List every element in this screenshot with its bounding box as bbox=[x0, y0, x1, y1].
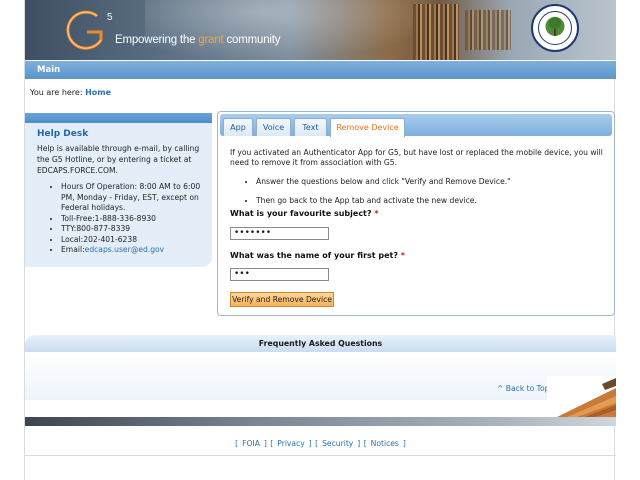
footer-links: [FOIA] [Privacy] [Security] [Notices] bbox=[235, 439, 406, 448]
answer-1-field[interactable]: ••••••• bbox=[230, 227, 329, 240]
help-desk-header-bar bbox=[25, 113, 212, 123]
footer-foia-link[interactable]: FOIA bbox=[242, 439, 260, 448]
footer-divider bbox=[25, 455, 616, 456]
tab-remove-device[interactable]: Remove Device bbox=[330, 118, 405, 137]
mfa-tab-panel: App Voice Text Remove Device If you acti… bbox=[217, 111, 615, 316]
header-banner: 5 Empowering the grant community bbox=[25, 0, 616, 60]
required-marker: * bbox=[374, 209, 379, 218]
verify-remove-device-button[interactable]: Verify and Remove Device bbox=[230, 292, 334, 307]
department-seal bbox=[531, 4, 579, 52]
remove-device-steps: Answer the questions below and click "Ve… bbox=[256, 177, 608, 206]
main-section-bar: Main bbox=[25, 61, 616, 79]
footer-privacy-link[interactable]: Privacy bbox=[277, 439, 305, 448]
question-2-label: What was the name of your first pet? * bbox=[230, 251, 405, 260]
help-hours: Hours Of Operation: 8:00 AM to 6:00 PM, … bbox=[61, 182, 202, 214]
help-email-link[interactable]: edcaps.user@ed.gov bbox=[85, 245, 165, 254]
faq-section: Frequently Asked Questions ^ Back to Top bbox=[25, 335, 616, 417]
remove-device-intro: If you activated an Authenticator App fo… bbox=[230, 148, 603, 167]
remove-device-content: If you activated an Authenticator App fo… bbox=[230, 148, 608, 215]
help-desk-list: Hours Of Operation: 8:00 AM to 6:00 PM, … bbox=[61, 182, 212, 256]
breadcrumb-prefix: You are here: bbox=[30, 88, 86, 97]
breadcrumb: You are here: Home bbox=[30, 88, 111, 97]
help-tollfree: Toll-Free:1-888-336-8930 bbox=[61, 214, 202, 225]
tab-voice[interactable]: Voice bbox=[256, 118, 291, 136]
step-item: Then go back to the App tab and activate… bbox=[256, 196, 608, 206]
question-1-label: What is your favourite subject? * bbox=[230, 209, 379, 218]
tab-bar: App Voice Text Remove Device bbox=[220, 114, 612, 137]
help-local: Local:202-401-6238 bbox=[61, 235, 202, 246]
faq-title: Frequently Asked Questions bbox=[25, 335, 616, 352]
svg-text:5: 5 bbox=[107, 12, 113, 23]
page-container: 5 Empowering the grant community Main Yo… bbox=[24, 0, 616, 480]
footer-stripe bbox=[25, 417, 616, 426]
tab-app[interactable]: App bbox=[223, 118, 253, 136]
classroom-desks-image bbox=[547, 376, 616, 417]
answer-2-field[interactable]: ••• bbox=[230, 268, 329, 281]
g5-logo: 5 bbox=[66, 10, 113, 50]
help-desk-intro: Help is available through e-mail, by cal… bbox=[37, 144, 200, 175]
seal-tree-icon bbox=[549, 17, 561, 36]
help-email: Email:edcaps.user@ed.gov bbox=[61, 245, 202, 256]
breadcrumb-home-link[interactable]: Home bbox=[85, 88, 111, 97]
step-item: Answer the questions below and click "Ve… bbox=[256, 177, 608, 187]
help-desk-title: Help Desk bbox=[37, 129, 89, 139]
tab-text[interactable]: Text bbox=[294, 118, 327, 136]
tagline: Empowering the grant community bbox=[115, 34, 281, 46]
footer-security-link[interactable]: Security bbox=[322, 439, 353, 448]
help-desk-box: Help Desk Help is available through e-ma… bbox=[25, 113, 212, 267]
main-title: Main bbox=[37, 65, 61, 75]
required-marker: * bbox=[400, 251, 405, 260]
help-tty: TTY:800-877-8339 bbox=[61, 224, 202, 235]
back-to-top-link[interactable]: ^ Back to Top bbox=[497, 384, 549, 393]
footer-notices-link[interactable]: Notices bbox=[371, 439, 399, 448]
